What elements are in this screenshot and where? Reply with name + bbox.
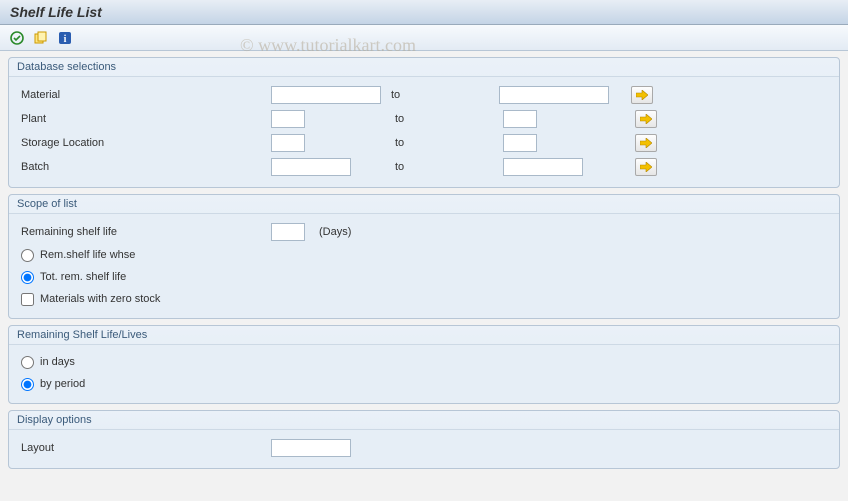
arrow-right-icon [640, 114, 652, 124]
radio-row-tot: Tot. rem. shelf life [17, 266, 831, 288]
batch-from-input[interactable] [271, 158, 351, 176]
label-tot-rem-shelf-life: Tot. rem. shelf life [40, 271, 126, 283]
storloc-from-input[interactable] [271, 134, 305, 152]
row-remaining-shelf-life: Remaining shelf life (Days) [17, 220, 831, 244]
checkbox-materials-zero-stock[interactable] [21, 293, 34, 306]
label-in-days: in days [40, 356, 75, 368]
label-batch: Batch [17, 161, 267, 173]
label-plant: Plant [17, 113, 267, 125]
get-variant-button[interactable] [32, 29, 50, 47]
group-title: Database selections [9, 58, 839, 77]
radio-row-in-days: in days [17, 351, 831, 373]
check-row-zero-stock: Materials with zero stock [17, 288, 831, 310]
to-label: to [389, 113, 499, 125]
label-days-unit: (Days) [309, 226, 351, 238]
label-rem-shelf-life-whse: Rem.shelf life whse [40, 249, 135, 261]
radio-rem-shelf-life-whse[interactable] [21, 249, 34, 262]
batch-to-input[interactable] [503, 158, 583, 176]
group-title: Display options [9, 411, 839, 430]
variant-icon [34, 31, 48, 45]
toolbar: i [0, 25, 848, 51]
svg-text:i: i [64, 34, 67, 45]
group-title: Scope of list [9, 195, 839, 214]
radio-by-period[interactable] [21, 378, 34, 391]
to-label: to [389, 161, 499, 173]
label-by-period: by period [40, 378, 85, 390]
storloc-multi-select-button[interactable] [635, 134, 657, 152]
storloc-to-input[interactable] [503, 134, 537, 152]
radio-in-days[interactable] [21, 356, 34, 369]
group-remaining-shelf-life-lives: Remaining Shelf Life/Lives in days by pe… [8, 325, 840, 404]
label-material: Material [17, 89, 267, 101]
arrow-right-icon [640, 138, 652, 148]
radio-row-by-period: by period [17, 373, 831, 395]
batch-multi-select-button[interactable] [635, 158, 657, 176]
row-material: Material to [17, 83, 831, 107]
plant-multi-select-button[interactable] [635, 110, 657, 128]
page-title: Shelf Life List [0, 0, 848, 25]
label-layout: Layout [17, 442, 267, 454]
arrow-right-icon [636, 90, 648, 100]
content-area: Database selections Material to Plant to [0, 51, 848, 483]
execute-icon [10, 31, 24, 45]
info-icon: i [58, 31, 72, 45]
group-display-options: Display options Layout [8, 410, 840, 469]
to-label: to [389, 137, 499, 149]
to-label: to [385, 89, 495, 101]
material-from-input[interactable] [271, 86, 381, 104]
plant-to-input[interactable] [503, 110, 537, 128]
group-scope-of-list: Scope of list Remaining shelf life (Days… [8, 194, 840, 319]
execute-button[interactable] [8, 29, 26, 47]
layout-input[interactable] [271, 439, 351, 457]
info-button[interactable]: i [56, 29, 74, 47]
radio-row-rem-whse: Rem.shelf life whse [17, 244, 831, 266]
label-storage-location: Storage Location [17, 137, 267, 149]
row-storage-location: Storage Location to [17, 131, 831, 155]
group-database-selections: Database selections Material to Plant to [8, 57, 840, 188]
label-remaining-shelf-life: Remaining shelf life [17, 226, 267, 238]
arrow-right-icon [640, 162, 652, 172]
row-layout: Layout [17, 436, 831, 460]
material-multi-select-button[interactable] [631, 86, 653, 104]
material-to-input[interactable] [499, 86, 609, 104]
radio-tot-rem-shelf-life[interactable] [21, 271, 34, 284]
remaining-shelf-life-input[interactable] [271, 223, 305, 241]
label-materials-zero-stock: Materials with zero stock [40, 293, 160, 305]
plant-from-input[interactable] [271, 110, 305, 128]
group-title: Remaining Shelf Life/Lives [9, 326, 839, 345]
row-batch: Batch to [17, 155, 831, 179]
row-plant: Plant to [17, 107, 831, 131]
